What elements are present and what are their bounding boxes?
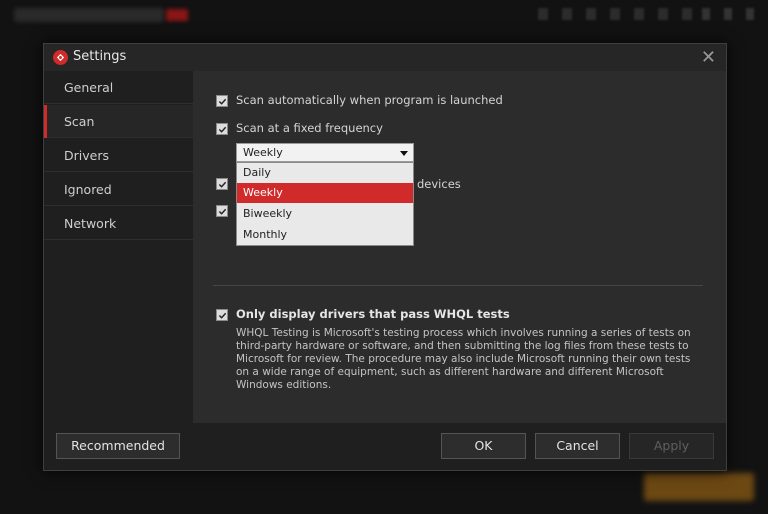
sidebar-item-scan[interactable]: Scan (44, 105, 193, 138)
frequency-dropdown-list: Daily Weekly Biweekly Monthly (236, 162, 414, 246)
dialog-titlebar: Settings ✕ (44, 44, 726, 71)
hidden-option-label-fragment: devices (417, 177, 461, 191)
close-icon[interactable]: ✕ (701, 47, 716, 68)
sidebar-item-general[interactable]: General (44, 71, 193, 104)
checkmark-icon (218, 312, 226, 319)
settings-dialog: Settings ✕ General Scan Drivers Ignored … (43, 43, 727, 471)
background-toolbar-icons (538, 8, 698, 20)
sidebar-item-drivers[interactable]: Drivers (44, 139, 193, 172)
sidebar-item-network[interactable]: Network (44, 207, 193, 240)
dialog-footer: Recommended OK Cancel Apply (44, 423, 726, 470)
checkmark-icon (218, 208, 226, 215)
section-divider (213, 285, 703, 286)
checkmark-icon (218, 126, 226, 133)
frequency-select-value: Weekly (243, 146, 283, 159)
frequency-option-weekly[interactable]: Weekly (237, 183, 413, 203)
sidebar-item-ignored[interactable]: Ignored (44, 173, 193, 206)
frequency-option-biweekly[interactable]: Biweekly (237, 204, 413, 224)
auto-scan-label: Scan automatically when program is launc… (236, 93, 503, 107)
app-logo-icon (53, 50, 68, 65)
whql-checkbox[interactable] (216, 309, 228, 321)
checkmark-icon (218, 98, 226, 105)
dialog-title: Settings (73, 49, 127, 64)
background-pro-badge (166, 9, 188, 21)
fixed-frequency-checkbox[interactable] (216, 123, 228, 135)
sidebar-item-label: Network (64, 216, 117, 231)
whql-description: WHQL Testing is Microsoft's testing proc… (236, 327, 691, 391)
frequency-option-daily[interactable]: Daily (237, 163, 413, 183)
sidebar-item-label: General (64, 80, 114, 95)
whql-label: Only display drivers that pass WHQL test… (236, 307, 510, 321)
hidden-option-checkbox-1[interactable] (216, 178, 228, 190)
frequency-option-monthly[interactable]: Monthly (237, 225, 413, 245)
frequency-select[interactable]: Weekly (236, 143, 414, 162)
cancel-button[interactable]: Cancel (535, 433, 620, 459)
recommended-button[interactable]: Recommended (56, 433, 180, 459)
auto-scan-checkbox[interactable] (216, 95, 228, 107)
ok-button[interactable]: OK (441, 433, 526, 459)
scan-settings-panel: Scan automatically when program is launc… (193, 71, 726, 423)
background-action-button (644, 473, 754, 501)
sidebar-item-label: Scan (64, 114, 95, 129)
sidebar-item-label: Ignored (64, 182, 112, 197)
fixed-frequency-label: Scan at a fixed frequency (236, 121, 383, 135)
apply-button[interactable]: Apply (629, 433, 714, 459)
chevron-down-icon (400, 151, 408, 156)
hidden-option-checkbox-2[interactable] (216, 205, 228, 217)
settings-sidebar: General Scan Drivers Ignored Network (44, 71, 193, 423)
background-app-title (14, 8, 164, 22)
background-window-buttons (702, 8, 758, 20)
checkmark-icon (218, 181, 226, 188)
sidebar-item-label: Drivers (64, 148, 109, 163)
